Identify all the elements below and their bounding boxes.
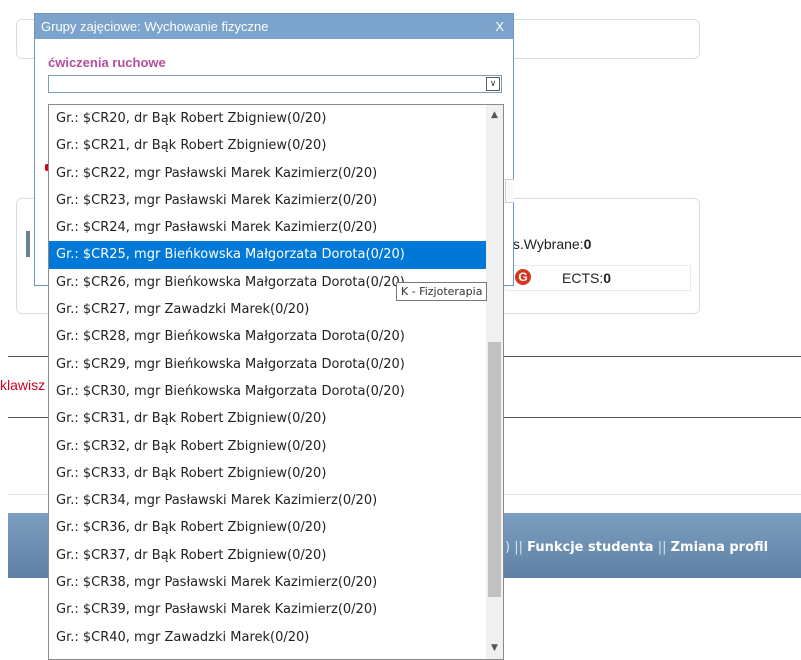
dialog-title-bar[interactable]: Grupy zajęciowe: Wychowanie fizyczne X bbox=[35, 14, 513, 39]
dialog-body: ćwiczenia ruchowe ∨ bbox=[35, 55, 513, 93]
list-item[interactable]: Gr.: $CR36, dr Bąk Robert Zbigniew(0/20) bbox=[49, 514, 487, 541]
list-item[interactable]: Gr.: $CR31, dr Bąk Robert Zbigniew(0/20) bbox=[49, 405, 487, 432]
list-item[interactable]: Gr.: $CR32, dr Bąk Robert Zbigniew(0/20) bbox=[49, 433, 487, 460]
list-item[interactable]: Gr.: $CR23, mgr Pasławski Marek Kazimier… bbox=[49, 187, 487, 214]
ects-value: 0 bbox=[603, 270, 612, 286]
ects-wybrane: ts.Wybrane:0 bbox=[509, 236, 591, 252]
ects-label: ECTS: bbox=[562, 270, 604, 286]
list-item[interactable]: Gr.: $CR38, mgr Pasławski Marek Kazimier… bbox=[49, 569, 487, 596]
hint-text: klawisz bbox=[0, 377, 46, 393]
list-item[interactable]: Gr.: $CR22, mgr Pasławski Marek Kazimier… bbox=[49, 160, 487, 187]
list-item[interactable]: Gr.: $CR39, mgr Pasławski Marek Kazimier… bbox=[49, 596, 487, 623]
chevron-down-icon[interactable]: ∨ bbox=[486, 77, 500, 91]
ects-total: ECTS:0 bbox=[562, 270, 611, 286]
tooltip: K - Fizjoterapia bbox=[396, 282, 488, 301]
list-item[interactable]: Gr.: $CR40, mgr Zawadzki Marek(0/20) bbox=[49, 624, 487, 651]
ects-wybrane-value: 0 bbox=[583, 236, 592, 252]
scroll-up-arrow-icon[interactable]: ▲ bbox=[486, 107, 503, 124]
list-item[interactable]: Gr.: $CR24, mgr Pasławski Marek Kazimier… bbox=[49, 214, 487, 241]
section-label: ćwiczenia ruchowe bbox=[48, 55, 166, 70]
footer-separator: ) || bbox=[505, 540, 528, 555]
vertical-scrollbar[interactable]: ▲ ▼ bbox=[486, 105, 503, 659]
scroll-down-arrow-icon[interactable]: ▼ bbox=[486, 640, 503, 657]
list-item[interactable]: Gr.: $CR37, dr Bąk Robert Zbigniew(0/20) bbox=[49, 542, 487, 569]
close-button[interactable]: X bbox=[495, 14, 504, 39]
ects-wybrane-label: ts.Wybrane: bbox=[509, 236, 584, 252]
list-item[interactable]: Gr.: $CR20, dr Bąk Robert Zbigniew(0/20) bbox=[49, 105, 487, 132]
scrollbar-thumb[interactable] bbox=[488, 342, 501, 597]
list-item[interactable]: Gr.: $CR29, mgr Bieńkowska Małgorzata Do… bbox=[49, 351, 487, 378]
footer-link-funkcje-studenta[interactable]: Funkcje studenta bbox=[527, 540, 653, 555]
dialog-title: Grupy zajęciowe: Wychowanie fizyczne bbox=[41, 19, 269, 34]
g-logo-icon: G bbox=[515, 269, 531, 285]
list-item[interactable]: Gr.: $CR34, mgr Pasławski Marek Kazimier… bbox=[49, 487, 487, 514]
list-item[interactable]: Gr.: $CR33, dr Bąk Robert Zbigniew(0/20) bbox=[49, 460, 487, 487]
footer-separator: || bbox=[653, 540, 671, 555]
dialog-button[interactable] bbox=[505, 179, 514, 203]
panel-accent-bar bbox=[26, 231, 30, 257]
list-item-selected[interactable]: Gr.: $CR25, mgr Bieńkowska Małgorzata Do… bbox=[49, 241, 487, 269]
list-item[interactable]: Gr.: $CR21, dr Bąk Robert Zbigniew(0/20) bbox=[49, 132, 487, 159]
list-item[interactable]: Gr.: $CR30, mgr Bieńkowska Małgorzata Do… bbox=[49, 378, 487, 405]
footer-links: ) || Funkcje studenta || Zmiana profil bbox=[505, 540, 768, 555]
group-select[interactable]: ∨ bbox=[48, 75, 502, 93]
group-options-list[interactable]: Gr.: $CR20, dr Bąk Robert Zbigniew(0/20)… bbox=[48, 104, 504, 660]
footer-link-zmiana-profilu[interactable]: Zmiana profil bbox=[671, 540, 769, 555]
list-item[interactable]: Gr.: $CR28, mgr Bieńkowska Małgorzata Do… bbox=[49, 323, 487, 350]
